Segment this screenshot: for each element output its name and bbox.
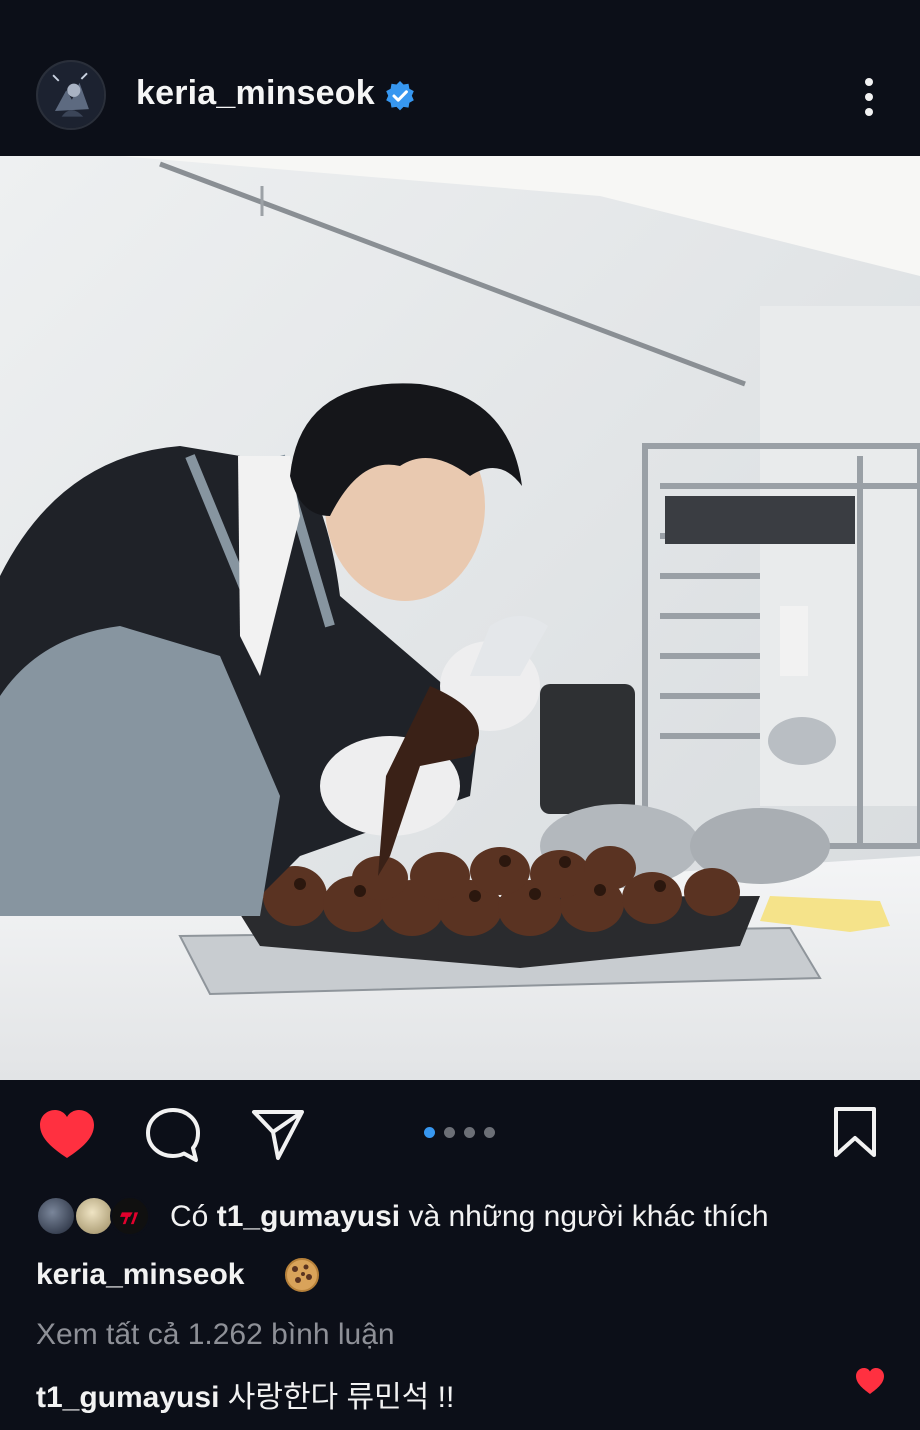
liked-by-text: Có t1_gumayusi và những người khác thích: [170, 1200, 769, 1234]
liked-by-username[interactable]: t1_gumayusi: [217, 1200, 400, 1233]
profile-avatar[interactable]: [36, 60, 106, 130]
comment-text: 사랑한다 류민석 !!: [227, 1381, 455, 1414]
carousel-dot: [484, 1127, 495, 1138]
post-header: keria_minseok: [0, 0, 920, 156]
caption-username[interactable]: keria_minseok: [36, 1258, 244, 1292]
send-icon[interactable]: [250, 1106, 306, 1162]
top-comment: t1_gumayusi 사랑한다 류민석 !!: [36, 1372, 454, 1416]
comment-username[interactable]: t1_gumayusi: [36, 1381, 219, 1414]
view-all-comments-link[interactable]: Xem tất cả 1.262 bình luận: [36, 1318, 395, 1352]
liker-avatar: [74, 1196, 114, 1236]
liked-by-suffix[interactable]: và những người khác thích: [408, 1200, 768, 1233]
cookie-icon: [285, 1258, 319, 1292]
carousel-dot: [444, 1127, 455, 1138]
carousel-dot: [424, 1127, 435, 1138]
more-vertical-icon[interactable]: [852, 72, 886, 122]
carousel-indicator: [424, 1127, 495, 1138]
liker-avatar: [36, 1196, 76, 1236]
bookmark-icon[interactable]: [832, 1106, 878, 1158]
comment-like-heart-icon[interactable]: [854, 1366, 886, 1396]
like-heart-icon[interactable]: [38, 1108, 96, 1160]
verified-badge-icon: [386, 81, 414, 111]
comment-icon[interactable]: [144, 1106, 202, 1164]
carousel-dot: [464, 1127, 475, 1138]
t1-logo-avatar: [110, 1196, 150, 1236]
liked-by-prefix: Có: [170, 1200, 209, 1233]
post-username[interactable]: keria_minseok: [136, 74, 375, 113]
liked-by-row[interactable]: Có t1_gumayusi và những người khác thích: [36, 1196, 896, 1240]
post-photo[interactable]: [0, 156, 920, 1080]
